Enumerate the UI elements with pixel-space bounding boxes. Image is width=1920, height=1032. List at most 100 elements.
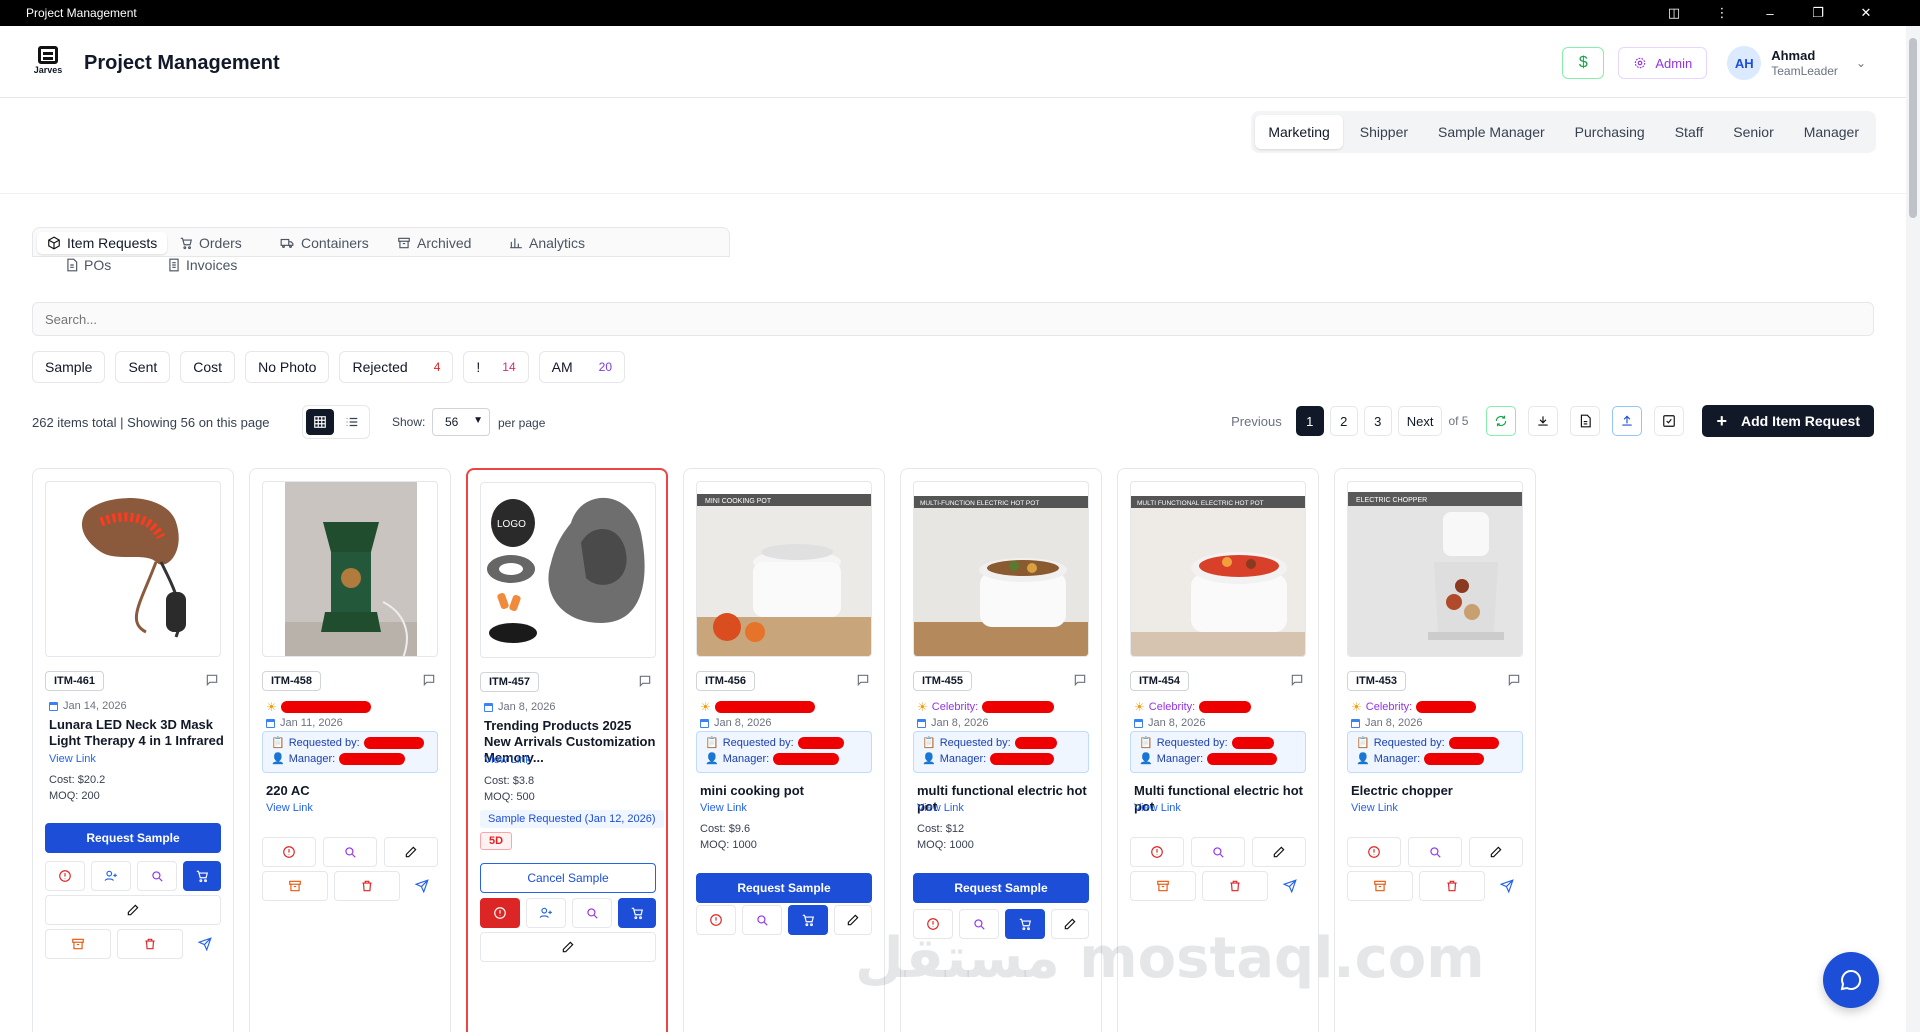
role-tab-marketing[interactable]: Marketing <box>1255 115 1343 149</box>
comment-icon[interactable] <box>205 673 219 687</box>
product-image[interactable]: ELECTRIC CHOPPER <box>1347 481 1523 657</box>
request-sample-button[interactable]: Request Sample <box>696 873 872 903</box>
cart-button[interactable] <box>1005 909 1045 939</box>
request-sample-button[interactable]: Request Sample <box>913 873 1089 903</box>
search-button[interactable] <box>323 837 377 867</box>
archive-button[interactable] <box>1347 871 1413 901</box>
assign-user-button[interactable] <box>526 898 566 928</box>
product-image[interactable]: MULTI FUNCTIONAL ELECTRIC HOT POT <box>1130 481 1306 657</box>
alert-button[interactable] <box>913 909 953 939</box>
filter-sent[interactable]: Sent <box>115 351 171 383</box>
edit-button[interactable] <box>1051 909 1089 939</box>
grid-view-button[interactable] <box>306 409 334 435</box>
next-button[interactable]: Next <box>1397 406 1443 436</box>
page-3-button[interactable]: 3 <box>1363 406 1392 436</box>
admin-button[interactable]: Admin <box>1618 47 1708 79</box>
filter-sample[interactable]: Sample <box>32 351 106 383</box>
download-button[interactable] <box>1528 406 1559 436</box>
app-logo[interactable]: Jarves <box>30 46 66 82</box>
search-button[interactable] <box>137 861 177 891</box>
filter-am[interactable]: AM 20 <box>538 351 626 383</box>
page-scrollbar[interactable] <box>1906 26 1920 1032</box>
tab-item-requests[interactable]: Item Requests <box>37 232 168 254</box>
alert-button[interactable] <box>696 905 736 935</box>
search-button[interactable] <box>1408 837 1462 867</box>
tab-containers[interactable]: Containers <box>269 232 379 254</box>
send-button[interactable] <box>1274 871 1306 901</box>
scrollbar-thumb[interactable] <box>1909 38 1917 218</box>
per-page-select[interactable]: 56 ▼ <box>432 408 490 436</box>
tab-invoices[interactable]: Invoices <box>168 254 237 276</box>
edit-button[interactable] <box>45 895 221 925</box>
user-menu[interactable]: AH Ahmad TeamLeader ⌄ <box>1727 46 1866 80</box>
item-card[interactable]: ELECTRIC CHOPPER ITM-453 ☀ Celebrity: Jan… <box>1334 468 1536 1032</box>
edit-button[interactable] <box>1469 837 1523 867</box>
view-link[interactable]: View Link <box>1134 802 1181 814</box>
role-tab-senior[interactable]: Senior <box>1720 115 1786 149</box>
item-card[interactable]: MULTI FUNCTIONAL ELECTRIC HOT POT ITM-45… <box>1117 468 1319 1032</box>
cart-button[interactable] <box>618 898 656 928</box>
cart-button[interactable] <box>788 905 828 935</box>
list-view-button[interactable] <box>338 409 366 435</box>
comment-icon[interactable] <box>1507 673 1521 687</box>
currency-button[interactable]: $ <box>1562 47 1605 79</box>
send-button[interactable] <box>1491 871 1523 901</box>
send-button[interactable] <box>406 871 438 901</box>
view-link[interactable]: View Link <box>484 754 531 766</box>
filter-no-photo[interactable]: No Photo <box>245 351 330 383</box>
restore-icon[interactable]: ❐ <box>1794 5 1842 21</box>
comment-icon[interactable] <box>638 674 652 688</box>
filter-rejected[interactable]: Rejected 4 <box>339 351 454 383</box>
product-image[interactable]: LOGO <box>480 482 656 658</box>
alert-button[interactable] <box>262 837 316 867</box>
send-button[interactable] <box>189 929 221 959</box>
alert-button[interactable] <box>1347 837 1401 867</box>
edit-button[interactable] <box>834 905 872 935</box>
refresh-button[interactable] <box>1486 406 1517 436</box>
archive-button[interactable] <box>1130 871 1196 901</box>
view-link[interactable]: View Link <box>917 802 964 814</box>
add-item-request-button[interactable]: + Add Item Request <box>1702 405 1874 437</box>
comment-icon[interactable] <box>856 673 870 687</box>
archive-button[interactable] <box>45 929 111 959</box>
select-mode-button[interactable] <box>1654 406 1685 436</box>
role-tab-purchasing[interactable]: Purchasing <box>1562 115 1658 149</box>
page-2-button[interactable]: 2 <box>1329 406 1358 436</box>
comment-icon[interactable] <box>1290 673 1304 687</box>
comment-icon[interactable] <box>1073 673 1087 687</box>
search-button[interactable] <box>1191 837 1245 867</box>
delete-button[interactable] <box>334 871 400 901</box>
product-image[interactable]: MULTI-FUNCTION ELECTRIC HOT POT <box>913 481 1089 657</box>
role-tab-sample-manager[interactable]: Sample Manager <box>1425 115 1558 149</box>
delete-button[interactable] <box>117 929 183 959</box>
view-link[interactable]: View Link <box>1351 802 1398 814</box>
comment-icon[interactable] <box>422 673 436 687</box>
item-card[interactable]: MULTI-FUNCTION ELECTRIC HOT POT ITM-455 … <box>900 468 1102 1032</box>
role-tab-manager[interactable]: Manager <box>1791 115 1872 149</box>
tab-archived[interactable]: Archived <box>387 232 481 254</box>
item-card[interactable]: MINI COOKING POT ITM-456 ☀ Jan 8, 2026 📋… <box>683 468 885 1032</box>
item-card[interactable]: ITM-458 ☀ Jan 11, 2026 📋 Requested by: 👤 M… <box>249 468 451 1032</box>
search-button[interactable] <box>959 909 999 939</box>
item-card[interactable]: ITM-461 Jan 14, 2026 Lunara LED Neck 3D … <box>32 468 234 1032</box>
product-image[interactable]: MINI COOKING POT <box>696 481 872 657</box>
cart-button[interactable] <box>183 861 221 891</box>
minimize-icon[interactable]: – <box>1746 6 1794 21</box>
tab-analytics[interactable]: Analytics <box>499 232 595 254</box>
search-button[interactable] <box>742 905 782 935</box>
assign-user-button[interactable] <box>91 861 131 891</box>
delete-button[interactable] <box>1202 871 1268 901</box>
request-sample-button[interactable]: Request Sample <box>45 823 221 853</box>
extensions-icon[interactable]: ◫ <box>1650 5 1698 21</box>
alert-button[interactable] <box>1130 837 1184 867</box>
page-1-button[interactable]: 1 <box>1295 406 1324 436</box>
role-tab-staff[interactable]: Staff <box>1662 115 1717 149</box>
more-menu-icon[interactable]: ⋮ <box>1698 5 1746 21</box>
role-tab-shipper[interactable]: Shipper <box>1347 115 1421 149</box>
tab-orders[interactable]: Orders <box>169 232 252 254</box>
edit-button[interactable] <box>384 837 438 867</box>
search-input[interactable] <box>32 302 1874 336</box>
tab-pos[interactable]: POs <box>66 254 111 276</box>
search-button[interactable] <box>572 898 612 928</box>
alert-button[interactable] <box>480 898 520 928</box>
